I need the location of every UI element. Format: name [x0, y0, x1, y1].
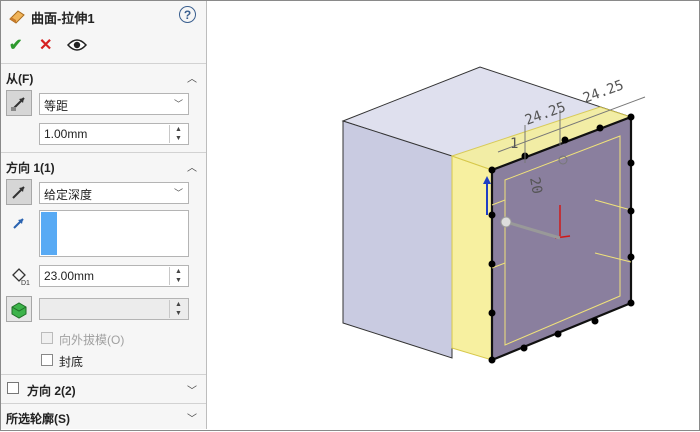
direction2-section-title[interactable]: 方向 2(2) [27, 382, 76, 399]
action-bar: ✔ ✕ [1, 31, 206, 59]
spin-buttons: ▲ ▼ [169, 300, 187, 318]
preview-eye-icon[interactable] [67, 38, 87, 52]
chevron-down-icon: ﹀ [173, 99, 183, 109]
from-start-icon[interactable] [6, 90, 32, 116]
depth-value: 23.00mm [44, 269, 95, 283]
surface-extrude-icon [9, 10, 25, 24]
graphics-viewport[interactable]: 24.25 24.25 20 1 [207, 1, 699, 429]
contours-section-title[interactable]: 所选轮廓(S) [6, 410, 70, 427]
from-condition-select[interactable]: 等距 ﹀ [39, 93, 189, 115]
spin-buttons[interactable]: ▲ ▼ [169, 267, 187, 285]
from-offset-input[interactable]: 1.00mm ▲ ▼ [39, 123, 189, 145]
from-offset-value: 1.00mm [44, 127, 88, 141]
depth-icon: D1 [12, 268, 30, 287]
separator [1, 403, 206, 404]
feature-header: 曲面-拉伸1 ? [1, 1, 206, 31]
draft-angle-input: ▲ ▼ [39, 298, 189, 320]
feature-title: 曲面-拉伸1 [31, 11, 95, 26]
reverse-direction-icon[interactable] [6, 179, 32, 205]
depth-input[interactable]: 23.00mm ▲ ▼ [39, 265, 189, 287]
chevron-down-icon[interactable]: ﹀ [187, 382, 197, 397]
dimension-label[interactable]: 20 [526, 176, 545, 195]
dimension-label[interactable]: 24.25 [581, 77, 626, 106]
separator [1, 374, 206, 375]
from-section-title[interactable]: 从(F) [6, 70, 33, 87]
separator [1, 152, 206, 153]
chevron-down-icon: ﹀ [173, 188, 183, 198]
chevron-down-icon[interactable]: ﹀ [187, 410, 197, 425]
end-condition-value: 给定深度 [44, 188, 93, 202]
direction1-section-title[interactable]: 方向 1(1) [6, 159, 55, 176]
from-condition-value: 等距 [44, 99, 69, 113]
cancel-button[interactable]: ✕ [39, 35, 52, 55]
chevron-up-icon[interactable]: ︿ [187, 70, 197, 85]
spin-buttons[interactable]: ▲ ▼ [169, 125, 187, 143]
chevron-up-icon[interactable]: ︿ [187, 159, 197, 174]
box-left-face [342, 120, 453, 359]
handle-knob[interactable] [500, 216, 512, 228]
separator [1, 63, 206, 64]
end-condition-select[interactable]: 给定深度 ﹀ [39, 182, 189, 204]
model-view[interactable]: 24.25 24.25 20 1 [207, 1, 699, 429]
depth-icon-label: D1 [21, 280, 30, 287]
direction2-checkbox[interactable] [7, 382, 19, 394]
draft-toggle-icon[interactable] [6, 296, 32, 322]
direction-vector-list[interactable] [39, 210, 189, 257]
property-manager: 曲面-拉伸1 ? ✔ ✕ 从(F) ︿ 等距 ﹀ 1.00mm ▲ ▼ 方向 1(… [1, 1, 207, 429]
draft-outward-checkbox[interactable] [41, 332, 53, 344]
draft-outward-label: 向外拔模(O) [59, 333, 125, 347]
help-icon[interactable]: ? [179, 6, 196, 23]
list-selection-highlight [41, 212, 57, 255]
direction-vector-icon [13, 218, 24, 229]
ok-button[interactable]: ✔ [9, 35, 22, 55]
dimension-label[interactable]: 1 [510, 136, 518, 152]
cap-end-label: 封底 [59, 355, 84, 369]
cap-end-checkbox[interactable] [41, 354, 53, 366]
